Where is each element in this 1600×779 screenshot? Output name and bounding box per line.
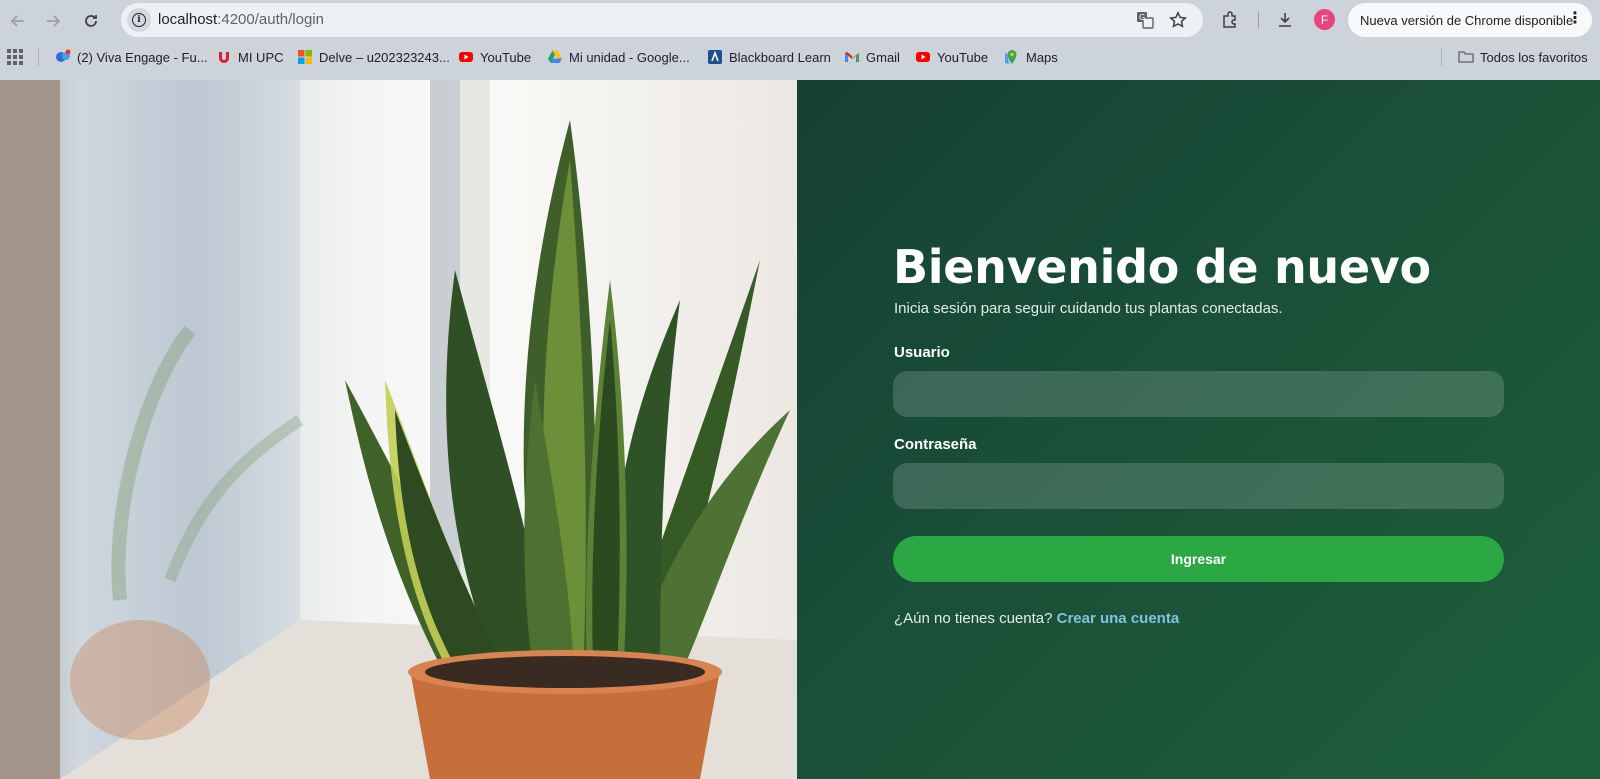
bookmark-label: Blackboard Learn: [729, 49, 831, 65]
bookmark-item[interactable]: YouTube: [915, 46, 988, 68]
username-label: Usuario: [894, 344, 950, 361]
download-icon[interactable]: [1273, 8, 1297, 32]
login-button[interactable]: Ingresar: [893, 536, 1504, 582]
bookmark-item[interactable]: MI UPC: [216, 46, 284, 68]
back-button[interactable]: [6, 9, 30, 33]
extensions-icon[interactable]: [1218, 8, 1242, 32]
toolbar-divider: [1258, 12, 1259, 28]
viva-engage-icon: [56, 49, 71, 62]
bookmark-label: Gmail: [866, 49, 900, 65]
apps-grid-icon[interactable]: [7, 49, 23, 65]
signup-row: ¿Aún no tienes cuenta? Crear una cuenta: [894, 610, 1179, 627]
google-drive-icon: [548, 50, 562, 63]
bookmark-item[interactable]: Mi unidad - Google...: [547, 46, 690, 68]
bookmarks-divider: [1441, 48, 1442, 66]
bookmark-label: Maps: [1026, 49, 1058, 65]
bookmark-item[interactable]: Maps: [1004, 46, 1058, 68]
page-title: Bienvenido de nuevo: [893, 240, 1431, 294]
all-bookmarks-label: Todos los favoritos: [1480, 49, 1588, 65]
bookmark-label: (2) Viva Engage - Fu...: [77, 49, 208, 65]
username-input[interactable]: [893, 371, 1504, 417]
gmail-icon: [845, 52, 859, 62]
bookmark-label: YouTube: [937, 49, 989, 65]
youtube-icon: [459, 52, 473, 62]
bookmark-item[interactable]: Blackboard Learn: [707, 46, 831, 68]
maps-icon: [1005, 50, 1017, 64]
svg-text:G: G: [1139, 13, 1145, 22]
update-label: Nueva versión de Chrome disponible: [1360, 12, 1574, 28]
signup-prompt: ¿Aún no tienes cuenta?: [894, 610, 1053, 627]
plant-photo: [0, 80, 797, 779]
microsoft-icon: [298, 50, 312, 64]
bookmarks-bar: (2) Viva Engage - Fu... MI UPC Delve – u…: [0, 42, 1600, 72]
upc-icon: [219, 52, 229, 63]
password-label: Contraseña: [894, 436, 977, 453]
reload-button[interactable]: [79, 9, 103, 33]
bookmark-item[interactable]: Delve – u202323243...: [297, 46, 450, 68]
login-panel: Bienvenido de nuevo Inicia sesión para s…: [797, 80, 1600, 779]
url-path: :4200/auth/login: [217, 11, 324, 28]
arrow-left-icon: [10, 15, 24, 27]
all-bookmarks-button[interactable]: Todos los favoritos: [1458, 46, 1588, 68]
site-info-button[interactable]: i: [127, 8, 151, 32]
url-host: localhost: [158, 11, 218, 28]
arrow-right-icon: [47, 15, 61, 27]
forward-button[interactable]: [41, 9, 65, 33]
bookmark-label: YouTube: [480, 49, 532, 65]
folder-icon: [1458, 51, 1474, 63]
chrome-update-button[interactable]: Nueva versión de Chrome disponible ⋮: [1348, 3, 1592, 37]
translate-icon[interactable]: G: [1135, 10, 1155, 30]
address-bar[interactable]: i localhost:4200/auth/login G: [121, 3, 1203, 37]
password-input[interactable]: [893, 463, 1504, 509]
browser-chrome: i localhost:4200/auth/login G F Nueva ve…: [0, 0, 1600, 80]
bookmark-item[interactable]: YouTube: [458, 46, 531, 68]
url-text[interactable]: localhost:4200/auth/login: [158, 11, 324, 28]
menu-dots-icon[interactable]: ⋮: [1567, 11, 1583, 27]
bookmark-star-icon[interactable]: [1168, 10, 1188, 30]
bookmark-item[interactable]: Gmail: [844, 46, 900, 68]
profile-avatar[interactable]: F: [1314, 9, 1335, 30]
blackboard-icon: [708, 50, 722, 64]
bookmark-label: Delve – u202323243...: [319, 49, 450, 65]
create-account-link[interactable]: Crear una cuenta: [1057, 610, 1180, 627]
bookmark-label: Mi unidad - Google...: [569, 49, 690, 65]
page-subtitle: Inicia sesión para seguir cuidando tus p…: [894, 300, 1283, 317]
youtube-icon: [916, 52, 930, 62]
info-icon: i: [132, 13, 146, 27]
bookmarks-divider: [38, 48, 39, 66]
bookmark-item[interactable]: (2) Viva Engage - Fu...: [55, 46, 208, 68]
reload-icon: [85, 15, 97, 27]
bookmark-label: MI UPC: [238, 49, 284, 65]
snake-plant-image: [0, 80, 797, 779]
